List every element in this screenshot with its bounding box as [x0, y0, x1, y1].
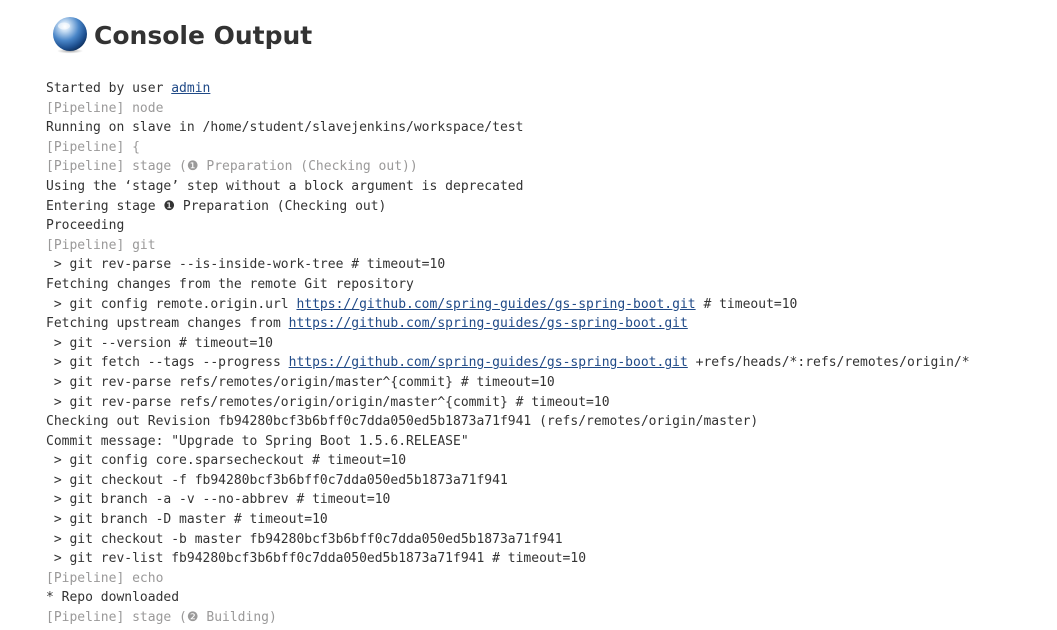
console-line: * Repo downloaded — [46, 588, 970, 608]
console-line: Commit message: "Upgrade to Spring Boot … — [46, 432, 970, 452]
console-line: > git fetch --tags --progress https://gi… — [46, 353, 970, 373]
console-output-page: Console Output Started by user admin [Pip… — [0, 0, 1057, 630]
console-line: > git checkout -f fb94280bcf3b6bff0c7dda… — [46, 471, 970, 491]
console-line: Fetching upstream changes from https://g… — [46, 314, 970, 334]
console-line: > git branch -a -v --no-abbrev # timeout… — [46, 490, 970, 510]
console-text: > git config remote.origin.url — [46, 296, 297, 312]
console-text: Proceeding — [46, 218, 125, 234]
console-text: Running on slave in /home/student/slavej… — [46, 120, 524, 136]
pipeline-step-line: [Pipeline] echo — [46, 569, 970, 589]
console-text: > git rev-parse --is-inside-work-tree # … — [46, 257, 446, 273]
console-text: Entering stage ❶ Preparation (Checking o… — [46, 198, 387, 214]
console-text: Commit message: "Upgrade to Spring Boot … — [46, 433, 469, 449]
pipeline-step-line: [Pipeline] stage (❶ Preparation (Checkin… — [46, 157, 970, 177]
repo-url-link[interactable]: https://github.com/spring-guides/gs-spri… — [296, 297, 695, 312]
console-text: > git checkout -b master fb94280bcf3b6bf… — [46, 531, 563, 547]
console-line: Using the ‘stage’ step without a block a… — [46, 177, 970, 197]
console-text: Fetching changes from the remote Git rep… — [46, 276, 414, 292]
console-text: Checking out Revision fb94280bcf3b6bff0c… — [46, 414, 759, 430]
pipeline-step-line: [Pipeline] node — [46, 99, 970, 119]
console-line: > git config remote.origin.url https://g… — [46, 295, 970, 315]
console-text: [Pipeline] { — [46, 139, 140, 155]
console-line: Proceeding — [46, 216, 970, 236]
console-line: > git rev-list fb94280bcf3b6bff0c7dda050… — [46, 549, 970, 569]
terminal-globe-icon — [53, 17, 87, 54]
console-text: > git branch -a -v --no-abbrev # timeout… — [46, 492, 391, 508]
console-log: Started by user admin [Pipeline] node Runn… — [46, 79, 970, 628]
repo-url-link[interactable]: https://github.com/spring-guides/gs-spri… — [289, 316, 688, 331]
console-line: Checking out Revision fb94280bcf3b6bff0c… — [46, 412, 970, 432]
console-line: > git config core.sparsecheckout # timeo… — [46, 451, 970, 471]
console-text: > git rev-parse refs/remotes/origin/mast… — [46, 374, 555, 390]
console-line: > git --version # timeout=10 — [46, 334, 970, 354]
console-text: [Pipeline] stage (❷ Building) — [46, 610, 277, 626]
console-text: Fetching upstream changes from — [46, 316, 289, 332]
repo-url-link[interactable]: https://github.com/spring-guides/gs-spri… — [289, 355, 688, 370]
console-line: > git branch -D master # timeout=10 — [46, 510, 970, 530]
console-text: # timeout=10 — [695, 296, 798, 312]
console-text: > git fetch --tags --progress — [46, 355, 289, 371]
page-title: Console Output — [94, 20, 313, 50]
pipeline-step-line: [Pipeline] git — [46, 236, 970, 256]
console-text: > git branch -D master # timeout=10 — [46, 512, 328, 528]
console-line: > git rev-parse refs/remotes/origin/mast… — [46, 373, 970, 393]
console-line: Entering stage ❶ Preparation (Checking o… — [46, 197, 970, 217]
console-text: [Pipeline] stage (❶ Preparation (Checkin… — [46, 159, 418, 175]
console-text: [Pipeline] git — [46, 237, 156, 253]
console-text: > git checkout -f fb94280bcf3b6bff0c7dda… — [46, 472, 508, 488]
console-line: Fetching changes from the remote Git rep… — [46, 275, 970, 295]
console-text: [Pipeline] echo — [46, 570, 164, 586]
console-text: > git config core.sparsecheckout # timeo… — [46, 453, 407, 469]
console-text: +refs/heads/*:refs/remotes/origin/* — [687, 355, 970, 371]
console-text: > git --version # timeout=10 — [46, 335, 273, 351]
console-text: [Pipeline] node — [46, 100, 164, 116]
page-header: Console Output — [51, 15, 312, 55]
console-text: > git rev-list fb94280bcf3b6bff0c7dda050… — [46, 551, 587, 567]
console-text: > git rev-parse refs/remotes/origin/orig… — [46, 394, 610, 410]
console-text: * Repo downloaded — [46, 590, 180, 606]
pipeline-step-line: [Pipeline] stage (❷ Building) — [46, 608, 970, 628]
console-text: Using the ‘stage’ step without a block a… — [46, 178, 524, 194]
console-line: > git rev-parse --is-inside-work-tree # … — [46, 255, 970, 275]
console-line: Running on slave in /home/student/slavej… — [46, 118, 970, 138]
console-line: Started by user admin — [46, 79, 970, 99]
user-link-admin[interactable]: admin — [171, 81, 210, 96]
console-text: Started by user — [46, 81, 172, 96]
console-line: > git rev-parse refs/remotes/origin/orig… — [46, 393, 970, 413]
pipeline-step-line: [Pipeline] { — [46, 138, 970, 158]
console-line: > git checkout -b master fb94280bcf3b6bf… — [46, 530, 970, 550]
